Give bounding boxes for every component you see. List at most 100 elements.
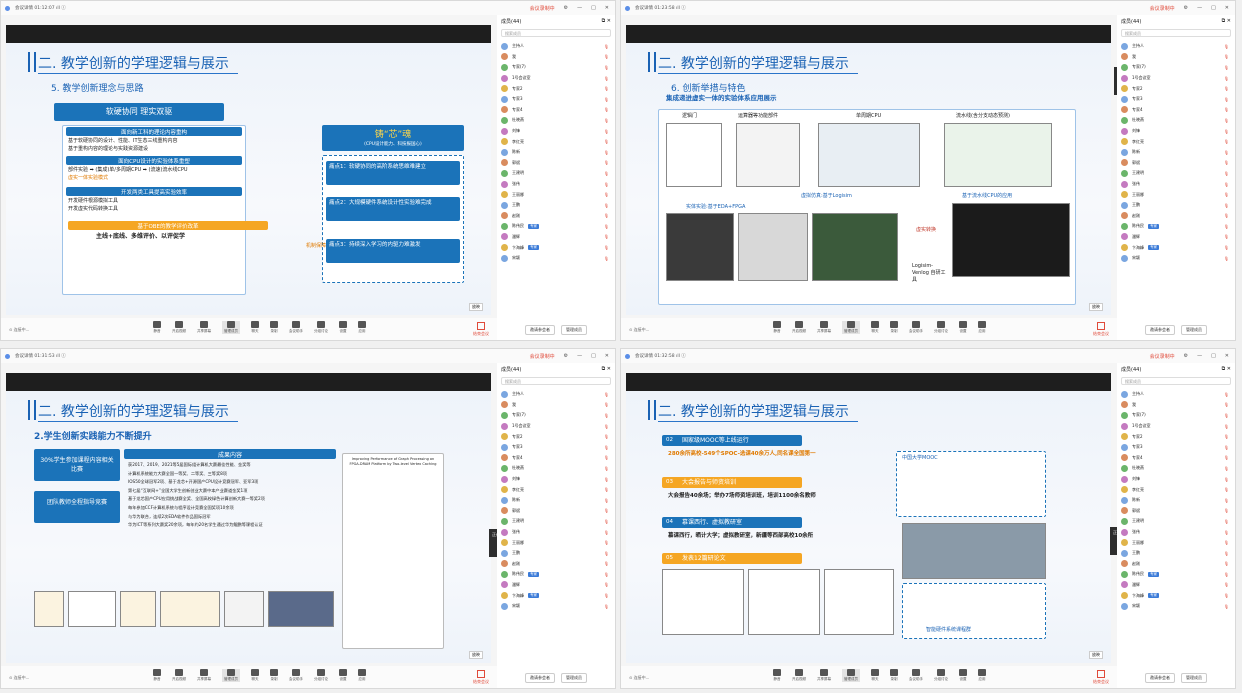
toolbar-button[interactable]: 共享屏幕 <box>197 321 211 334</box>
mic-muted-icon[interactable]: 🎙 <box>604 402 609 407</box>
mic-muted-icon[interactable]: 🎙 <box>604 234 609 239</box>
list-item[interactable]: 专家3 🎙 <box>1117 94 1235 105</box>
list-item[interactable]: 主持人 🎙 <box>497 41 615 52</box>
list-item[interactable]: 杜晓燕 🎙 <box>497 115 615 126</box>
end-meeting-button[interactable]: 结束会议 <box>473 670 489 685</box>
list-item[interactable]: 王建明 🎙 <box>497 516 615 527</box>
list-item[interactable]: 王建明 🎙 <box>497 168 615 179</box>
list-item[interactable]: 专家4 🎙 <box>497 105 615 116</box>
mic-muted-icon[interactable]: 🎙 <box>604 445 609 450</box>
list-item[interactable]: 1号会议室 🎙 <box>497 73 615 84</box>
mic-muted-icon[interactable]: 🎙 <box>1224 424 1229 429</box>
list-item[interactable]: 卞海峰 专家 🎙 <box>497 590 615 601</box>
panel-close-icon[interactable]: ⧉ ✕ <box>602 18 611 24</box>
mic-muted-icon[interactable]: 🎙 <box>604 107 609 112</box>
list-item[interactable]: 专家4 🎙 <box>1117 453 1235 464</box>
mic-muted-icon[interactable]: 🎙 <box>1224 508 1229 513</box>
maximize-icon[interactable]: □ <box>591 353 596 360</box>
list-item[interactable]: 陈伟民 专家 🎙 <box>1117 221 1235 232</box>
mic-muted-icon[interactable]: 🎙 <box>604 86 609 91</box>
toolbar-button[interactable]: 共享屏幕 <box>817 669 831 682</box>
mic-muted-icon[interactable]: 🎙 <box>1224 572 1229 577</box>
mic-muted-icon[interactable]: 🎙 <box>1224 54 1229 59</box>
mic-muted-icon[interactable]: 🎙 <box>604 498 609 503</box>
list-item[interactable]: 我 🎙 <box>497 52 615 63</box>
mic-muted-icon[interactable]: 🎙 <box>1224 150 1229 155</box>
slideshow-button[interactable]: 放映 <box>469 303 483 311</box>
list-item[interactable]: 李红亮 🎙 <box>497 484 615 495</box>
mic-muted-icon[interactable]: 🎙 <box>604 561 609 566</box>
list-item[interactable]: 卞海峰 专家 🎙 <box>1117 590 1235 601</box>
list-item[interactable]: 杜晓燕 🎙 <box>497 463 615 474</box>
maximize-icon[interactable]: □ <box>1211 5 1216 12</box>
list-item[interactable]: 专家(7) 🎙 <box>497 62 615 73</box>
toolbar-button[interactable]: 录制 <box>270 669 278 682</box>
mic-muted-icon[interactable]: 🎙 <box>1224 139 1229 144</box>
list-item[interactable]: 专家2 🎙 <box>497 83 615 94</box>
list-item[interactable]: 赵刚 🎙 <box>1117 211 1235 222</box>
list-item[interactable]: 宋颖 🎙 <box>1117 601 1235 612</box>
list-item[interactable]: 王鹏 🎙 <box>497 548 615 559</box>
list-item[interactable]: 王鹏 🎙 <box>497 200 615 211</box>
list-item[interactable]: 刘锋 🎙 <box>497 474 615 485</box>
manage-members-button[interactable]: 管理成员 <box>1181 673 1207 683</box>
mic-muted-icon[interactable]: 🎙 <box>1224 466 1229 471</box>
mic-muted-icon[interactable]: 🎙 <box>1224 76 1229 81</box>
list-item[interactable]: 1号会议室 🎙 <box>1117 73 1235 84</box>
list-item[interactable]: 张伟 🎙 <box>497 179 615 190</box>
list-item[interactable]: 专家(7) 🎙 <box>1117 62 1235 73</box>
list-item[interactable]: 郭斌 🎙 <box>1117 506 1235 517</box>
list-item[interactable]: 李红亮 🎙 <box>497 136 615 147</box>
toolbar-button[interactable]: 分组讨论 <box>314 321 328 334</box>
mic-muted-icon[interactable]: 🎙 <box>604 551 609 556</box>
close-icon[interactable]: ✕ <box>605 353 609 360</box>
toolbar-button[interactable]: 静音 <box>153 321 161 334</box>
toolbar-button[interactable]: 分组讨论 <box>314 669 328 682</box>
list-item[interactable]: 刘锋 🎙 <box>1117 126 1235 137</box>
toolbar-button[interactable]: 开启视频 <box>172 321 186 334</box>
mic-muted-icon[interactable]: 🎙 <box>604 213 609 218</box>
list-item[interactable]: 陈新 🎙 <box>1117 495 1235 506</box>
list-item[interactable]: 张伟 🎙 <box>1117 527 1235 538</box>
mic-muted-icon[interactable]: 🎙 <box>1224 44 1229 49</box>
mic-muted-icon[interactable]: 🎙 <box>1224 256 1229 261</box>
mic-muted-icon[interactable]: 🎙 <box>1224 213 1229 218</box>
mic-muted-icon[interactable]: 🎙 <box>1224 192 1229 197</box>
list-item[interactable]: 专家2 🎙 <box>1117 83 1235 94</box>
list-item[interactable]: 主持人 🎙 <box>1117 389 1235 400</box>
settings-icon[interactable]: ⚙ <box>564 353 568 360</box>
mic-muted-icon[interactable]: 🎙 <box>604 424 609 429</box>
invite-button[interactable]: 邀请参会者 <box>1145 325 1175 335</box>
mic-muted-icon[interactable]: 🎙 <box>604 182 609 187</box>
minimize-icon[interactable]: — <box>577 353 582 360</box>
mic-muted-icon[interactable]: 🎙 <box>1224 561 1229 566</box>
panel-close-icon[interactable]: ⧉ ✕ <box>1222 18 1231 24</box>
record-status[interactable]: 会议录制中 <box>530 353 555 360</box>
toolbar-button[interactable]: 管理成员 <box>222 321 240 334</box>
list-item[interactable]: 王丽娜 🎙 <box>1117 189 1235 200</box>
invite-button[interactable]: 邀请参会者 <box>1145 673 1175 683</box>
list-item[interactable]: 1号会议室 🎙 <box>1117 421 1235 432</box>
mic-muted-icon[interactable]: 🎙 <box>1224 551 1229 556</box>
mic-muted-icon[interactable]: 🎙 <box>604 97 609 102</box>
toolbar-button[interactable]: 会议助手 <box>909 321 923 334</box>
list-item[interactable]: 刘锋 🎙 <box>1117 474 1235 485</box>
mic-muted-icon[interactable]: 🎙 <box>1224 160 1229 165</box>
mic-muted-icon[interactable]: 🎙 <box>604 519 609 524</box>
list-item[interactable]: 郭斌 🎙 <box>497 158 615 169</box>
toolbar-button[interactable]: 应用 <box>978 669 986 682</box>
list-item[interactable]: 李红亮 🎙 <box>1117 136 1235 147</box>
list-item[interactable]: 宋颖 🎙 <box>1117 253 1235 264</box>
mic-muted-icon[interactable]: 🎙 <box>604 203 609 208</box>
mic-muted-icon[interactable]: 🎙 <box>604 160 609 165</box>
settings-icon[interactable]: ⚙ <box>1184 353 1188 360</box>
toolbar-button[interactable]: 录制 <box>890 321 898 334</box>
mic-muted-icon[interactable]: 🎙 <box>1224 498 1229 503</box>
toolbar-button[interactable]: 聊天 <box>251 669 259 682</box>
mic-muted-icon[interactable]: 🎙 <box>1224 129 1229 134</box>
list-item[interactable]: 郭斌 🎙 <box>497 506 615 517</box>
mic-muted-icon[interactable]: 🎙 <box>1224 65 1229 70</box>
toolbar-button[interactable]: 开启视频 <box>792 669 806 682</box>
list-item[interactable]: 陈新 🎙 <box>497 495 615 506</box>
toolbar-button[interactable]: 静音 <box>773 321 781 334</box>
